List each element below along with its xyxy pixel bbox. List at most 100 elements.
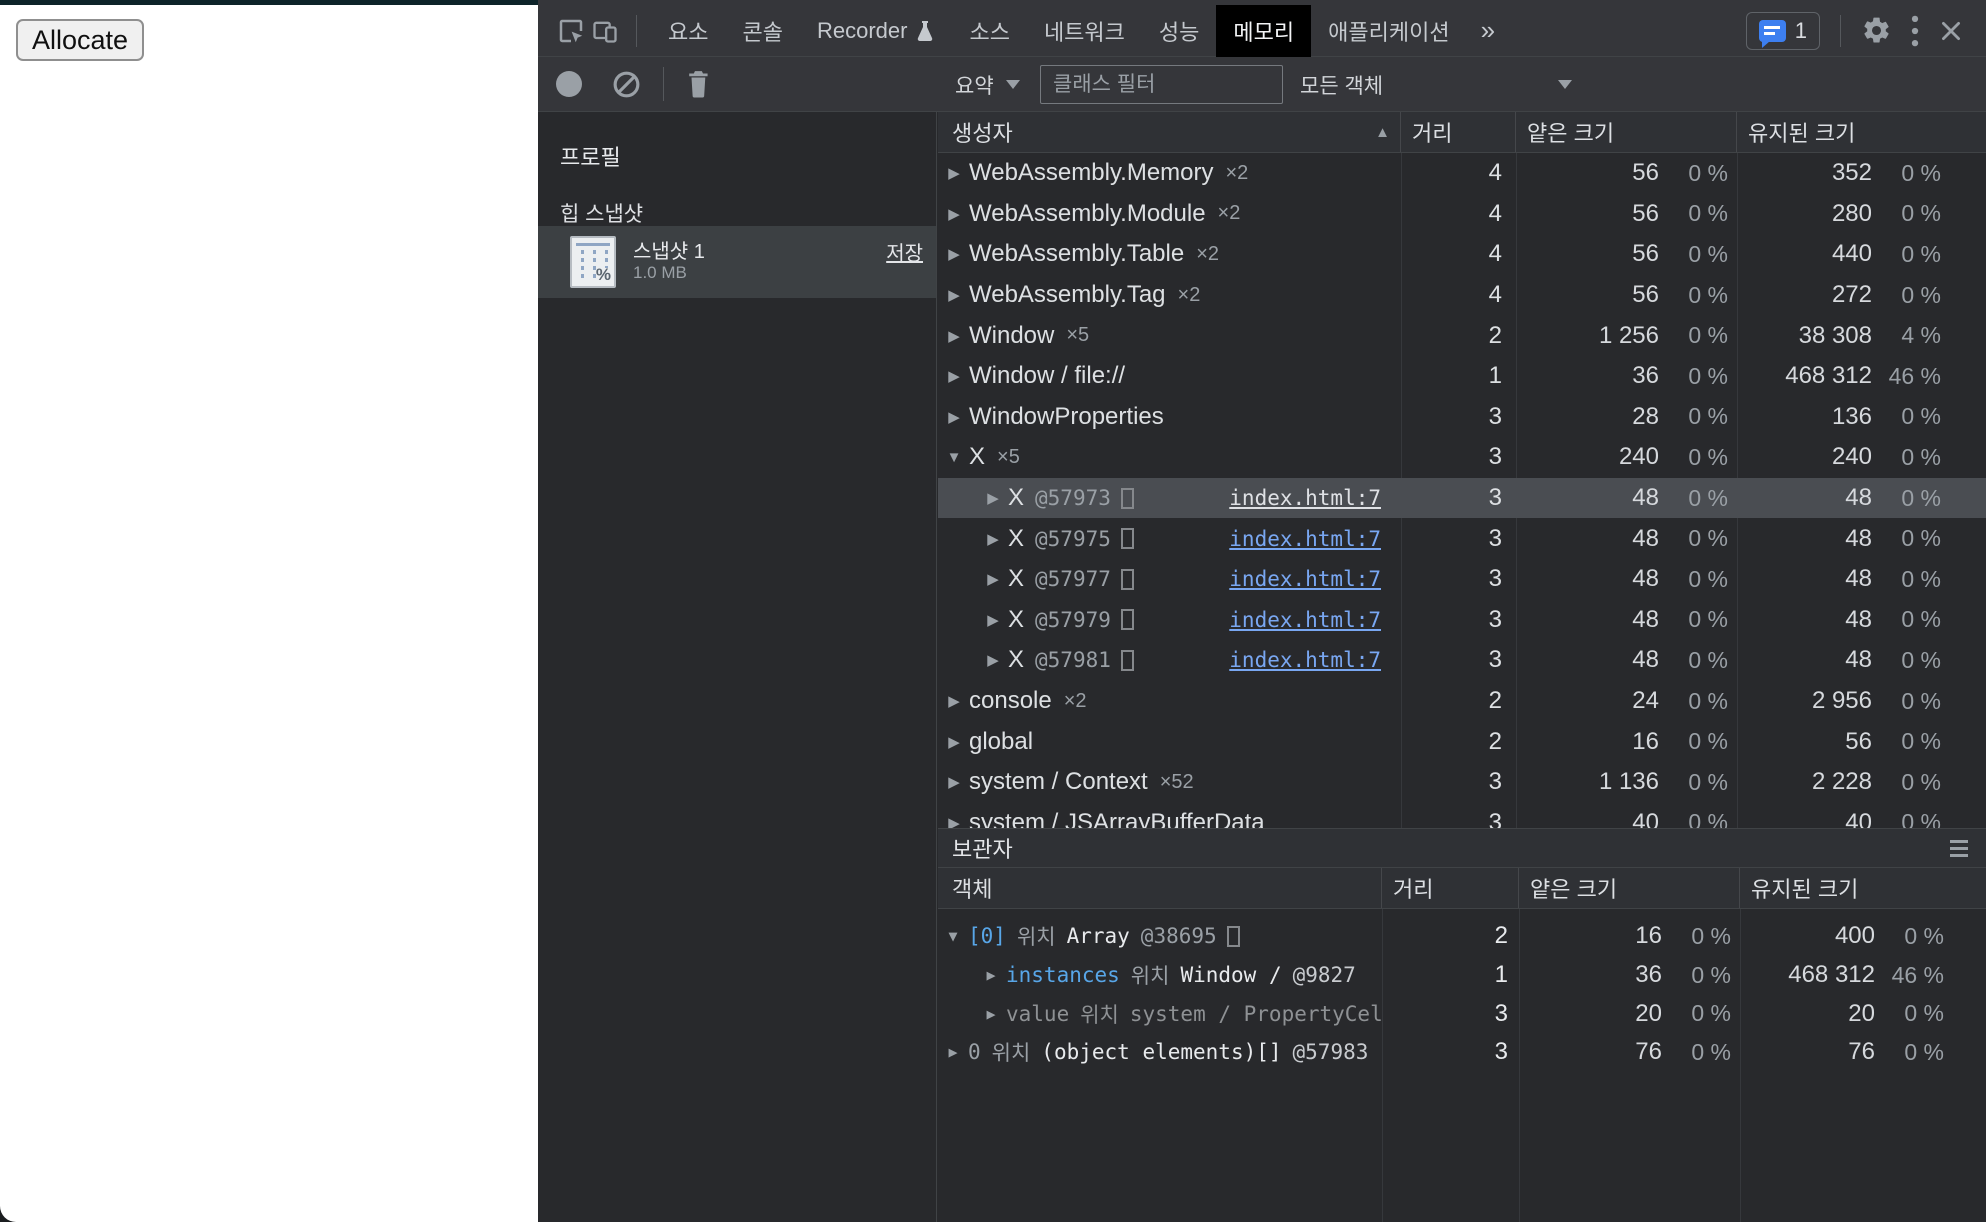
retainers-menu-icon[interactable] — [1950, 840, 1968, 857]
issues-counter[interactable]: 1 — [1746, 12, 1820, 50]
row-constructor-cell: ▶WebAssembly.Module×2 — [938, 200, 1401, 228]
heap-row[interactable]: ▶X@57977index.html:73480 %480 % — [938, 559, 1986, 600]
shallow-size-percent: 0 % — [1659, 363, 1737, 390]
perspective-select[interactable]: 요약 — [955, 57, 1020, 112]
save-snapshot-link[interactable]: 저장 — [886, 237, 923, 266]
tab-소스[interactable]: 소스 — [952, 5, 1026, 57]
source-link[interactable]: index.html:7 — [1229, 486, 1381, 510]
settings-gear-icon[interactable] — [1861, 15, 1892, 46]
heap-row[interactable]: ▶X@57973index.html:73480 %480 % — [938, 478, 1986, 519]
collapsed-arrow-icon[interactable]: ▶ — [946, 814, 962, 828]
source-link[interactable]: index.html:7 — [1229, 608, 1381, 632]
collapsed-arrow-icon[interactable]: ▶ — [946, 692, 962, 710]
tab-Recorder[interactable]: Recorder — [800, 5, 952, 57]
retainer-row[interactable]: ▶instances위치Window /@98271360 %468 31246… — [938, 956, 1986, 995]
heap-row[interactable]: ▶WebAssembly.Tag×24560 %2720 % — [938, 275, 1986, 316]
shallow-size-cell: 480 % — [1516, 606, 1737, 634]
heap-row[interactable]: ▶WebAssembly.Table×24560 %4400 % — [938, 234, 1986, 275]
tab-label: 네트워크 — [1044, 15, 1125, 47]
retainer-row[interactable]: ▶value위치system / PropertyCell3200 %200 % — [938, 994, 1986, 1033]
retainer-row[interactable]: ▼[0]위치Array@386952160 %4000 % — [938, 917, 1986, 956]
more-tabs-chevron[interactable]: » — [1467, 15, 1509, 46]
objects-scope-select[interactable]: 모든 객체 — [1300, 57, 1580, 112]
collapsed-arrow-icon[interactable]: ▶ — [985, 530, 1001, 548]
tab-메모리[interactable]: 메모리 — [1216, 5, 1311, 57]
heap-row[interactable]: ▶console×22240 %2 9560 % — [938, 681, 1986, 722]
retainer-row[interactable]: ▶0위치(object elements)[]@579833760 %760 % — [938, 1033, 1986, 1072]
inspect-element-icon[interactable] — [554, 14, 588, 48]
heap-row[interactable]: ▶system / Context×5231 1360 %2 2280 % — [938, 762, 1986, 803]
tab-네트워크[interactable]: 네트워크 — [1027, 5, 1142, 57]
collapsed-arrow-icon[interactable]: ▶ — [985, 611, 1001, 629]
source-link[interactable]: index.html:7 — [1229, 527, 1381, 551]
tab-요소[interactable]: 요소 — [651, 5, 725, 57]
column-header-shallow-size[interactable]: 얕은 크기 — [1519, 868, 1740, 908]
heap-row[interactable]: ▶system / JSArrayBufferData3400 %400 % — [938, 803, 1986, 829]
column-header-retained-size[interactable]: 유지된 크기 — [1740, 868, 1986, 908]
shallow-size-cell: 240 % — [1516, 687, 1737, 715]
source-link[interactable]: index.html:7 — [1229, 648, 1381, 672]
retained-size-percent: 46 % — [1872, 363, 1950, 390]
allocate-button[interactable]: Allocate — [16, 19, 144, 61]
collapsed-arrow-icon[interactable]: ▶ — [946, 286, 962, 304]
shallow-size-percent: 0 % — [1659, 200, 1737, 227]
expanded-arrow-icon[interactable]: ▼ — [945, 927, 961, 945]
collapsed-arrow-icon[interactable]: ▶ — [946, 245, 962, 263]
heap-row[interactable]: ▶Window×521 2560 %38 3084 % — [938, 315, 1986, 356]
heap-row[interactable]: ▶X@57975index.html:73480 %480 % — [938, 518, 1986, 559]
column-header-retained-size[interactable]: 유지된 크기 — [1737, 112, 1986, 152]
column-header-constructor[interactable]: 생성자 ▲ — [938, 112, 1401, 152]
collapsed-arrow-icon[interactable]: ▶ — [946, 327, 962, 345]
tab-애플리케이션[interactable]: 애플리케이션 — [1311, 5, 1466, 57]
collapsed-arrow-icon[interactable]: ▶ — [945, 1043, 961, 1061]
retained-size-percent: 0 % — [1872, 403, 1950, 430]
object-id: @57975 — [1035, 527, 1111, 551]
chevron-down-icon — [1006, 80, 1020, 89]
heap-row[interactable]: ▶Window / file://1360 %468 31246 % — [938, 356, 1986, 397]
column-header-distance[interactable]: 거리 — [1401, 112, 1516, 152]
collapsed-arrow-icon[interactable]: ▶ — [946, 408, 962, 426]
heap-row[interactable]: ▶WebAssembly.Memory×24560 %3520 % — [938, 153, 1986, 194]
tab-콘솔[interactable]: 콘솔 — [725, 5, 799, 57]
heap-row[interactable]: ▶X@57981index.html:73480 %480 % — [938, 640, 1986, 681]
retained-size-value: 48 — [1737, 565, 1872, 593]
collapsed-arrow-icon[interactable]: ▶ — [946, 205, 962, 223]
shallow-size-percent: 0 % — [1662, 1039, 1740, 1066]
collapsed-arrow-icon[interactable]: ▶ — [985, 489, 1001, 507]
column-header-shallow-size[interactable]: 얕은 크기 — [1516, 112, 1737, 152]
heap-row[interactable]: ▼X×532400 %2400 % — [938, 437, 1986, 478]
collapsed-arrow-icon[interactable]: ▶ — [946, 733, 962, 751]
retained-size-value: 400 — [1740, 922, 1875, 950]
kebab-menu-icon[interactable] — [1910, 14, 1920, 48]
tab-label: 소스 — [969, 15, 1009, 47]
heap-row[interactable]: ▶WindowProperties3280 %1360 % — [938, 397, 1986, 438]
record-heap-snapshot-icon[interactable] — [556, 71, 582, 97]
delete-snapshot-icon[interactable] — [686, 70, 712, 99]
column-header-object[interactable]: 객체 — [938, 868, 1382, 908]
tab-성능[interactable]: 성능 — [1142, 5, 1216, 57]
retained-size-cell: 480 % — [1737, 525, 1986, 553]
collapsed-arrow-icon[interactable]: ▶ — [985, 570, 1001, 588]
device-toolbar-icon[interactable] — [588, 14, 622, 48]
heap-row[interactable]: ▶WebAssembly.Module×24560 %2800 % — [938, 194, 1986, 235]
collapsed-arrow-icon[interactable]: ▶ — [983, 1005, 999, 1023]
shallow-size-cell: 560 % — [1516, 200, 1737, 228]
in-label: 위치 — [992, 1037, 1031, 1067]
source-link[interactable]: index.html:7 — [1229, 567, 1381, 591]
distance-cell: 1 — [1382, 961, 1519, 989]
distance-cell: 4 — [1401, 281, 1516, 309]
heap-row[interactable]: ▶global2160 %560 % — [938, 721, 1986, 762]
column-header-distance[interactable]: 거리 — [1382, 868, 1519, 908]
heap-row[interactable]: ▶X@57979index.html:73480 %480 % — [938, 600, 1986, 641]
collapsed-arrow-icon[interactable]: ▶ — [946, 773, 962, 791]
collapsed-arrow-icon[interactable]: ▶ — [946, 367, 962, 385]
class-filter-input[interactable] — [1040, 65, 1283, 104]
snapshot-list-item[interactable]: % 스냅샷 1 1.0 MB 저장 — [538, 226, 936, 298]
missing-glyph-box — [1121, 569, 1134, 590]
collapsed-arrow-icon[interactable]: ▶ — [985, 651, 1001, 669]
close-devtools-icon[interactable] — [1938, 18, 1964, 44]
collapsed-arrow-icon[interactable]: ▶ — [946, 164, 962, 182]
expanded-arrow-icon[interactable]: ▼ — [946, 449, 962, 466]
clear-profiles-icon[interactable] — [612, 70, 641, 99]
collapsed-arrow-icon[interactable]: ▶ — [983, 966, 999, 984]
